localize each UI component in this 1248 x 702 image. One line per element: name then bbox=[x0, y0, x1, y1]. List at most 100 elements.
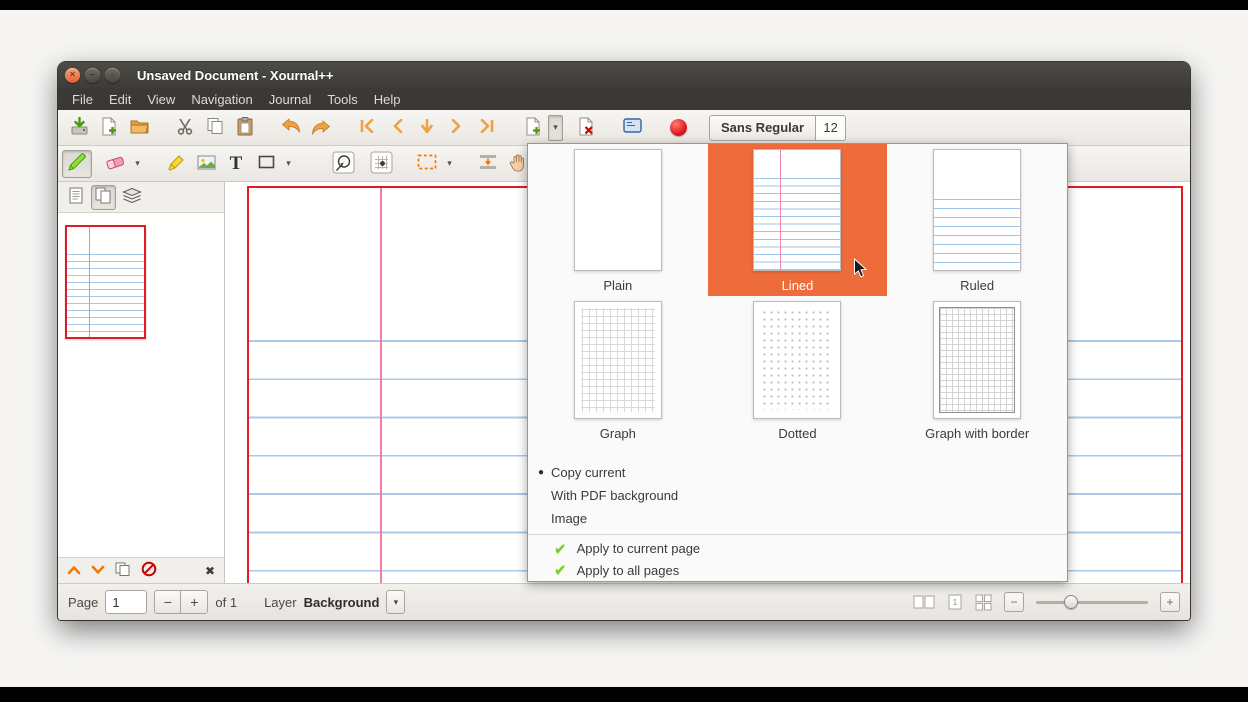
insert-page-icon bbox=[524, 117, 542, 139]
menubar: File Edit View Navigation Journal Tools … bbox=[58, 88, 1190, 110]
zoom-slider[interactable] bbox=[1036, 592, 1148, 612]
menu-help[interactable]: Help bbox=[366, 88, 409, 110]
image-tool-button[interactable] bbox=[191, 150, 221, 178]
font-button[interactable]: Sans Regular bbox=[709, 115, 816, 141]
select-dropdown-button[interactable]: ▾ bbox=[442, 151, 457, 177]
undo-button[interactable] bbox=[276, 114, 306, 142]
previous-page-button[interactable] bbox=[382, 114, 412, 142]
pages-icon bbox=[95, 187, 112, 207]
menu-journal[interactable]: Journal bbox=[261, 88, 320, 110]
redo-button[interactable] bbox=[306, 114, 336, 142]
first-page-button[interactable] bbox=[352, 114, 382, 142]
menu-navigation[interactable]: Navigation bbox=[183, 88, 260, 110]
sidebar-tab-contents[interactable] bbox=[63, 185, 88, 210]
apply-to-current-page[interactable]: ✔ Apply to current page bbox=[528, 538, 1067, 560]
first-page-icon bbox=[359, 119, 375, 136]
vertical-space-icon bbox=[478, 153, 498, 174]
option-image[interactable]: Image bbox=[528, 507, 1067, 530]
eraser-icon bbox=[105, 154, 125, 174]
contents-icon bbox=[69, 187, 83, 207]
new-document-icon bbox=[100, 117, 118, 139]
sidebar-tab-layers[interactable] bbox=[119, 185, 144, 210]
move-page-up-button[interactable] bbox=[67, 563, 81, 578]
page-number-input[interactable] bbox=[105, 590, 147, 614]
sidebar-close-button[interactable]: ✖ bbox=[205, 564, 215, 578]
check-icon: ✔ bbox=[554, 540, 567, 558]
page-thumbnail[interactable] bbox=[65, 225, 146, 339]
cut-button[interactable] bbox=[170, 114, 200, 142]
chevron-down-icon: ▾ bbox=[394, 597, 399, 608]
page-decrement-button[interactable]: − bbox=[154, 590, 181, 614]
eraser-tool-button[interactable] bbox=[100, 150, 130, 178]
radio-bullet-icon: ● bbox=[538, 467, 551, 478]
template-option-ruled[interactable]: Ruled bbox=[887, 144, 1067, 296]
record-audio-button[interactable] bbox=[663, 114, 693, 142]
insert-page-button[interactable] bbox=[518, 114, 548, 142]
new-document-button[interactable] bbox=[94, 114, 124, 142]
menu-edit[interactable]: Edit bbox=[101, 88, 139, 110]
move-page-down-button[interactable] bbox=[91, 563, 105, 578]
graph-border-inner bbox=[939, 307, 1015, 413]
fullscreen-icon bbox=[623, 118, 642, 137]
sidebar-tab-pages[interactable] bbox=[91, 185, 116, 210]
menu-view[interactable]: View bbox=[139, 88, 183, 110]
zoom-out-button[interactable]: − bbox=[1004, 592, 1024, 612]
vertical-space-tool-button[interactable] bbox=[473, 150, 503, 178]
hand-icon bbox=[509, 153, 527, 175]
next-page-button[interactable] bbox=[442, 114, 472, 142]
undo-icon bbox=[281, 118, 301, 137]
zoom-controls: 1 − + bbox=[913, 592, 1180, 612]
layer-dropdown-button[interactable]: ▾ bbox=[386, 590, 405, 614]
zoom-in-button[interactable]: + bbox=[1160, 592, 1180, 612]
template-option-plain[interactable]: Plain bbox=[528, 144, 708, 296]
option-pdf-background[interactable]: With PDF background bbox=[528, 484, 1067, 507]
shape-dropdown-button[interactable]: ▾ bbox=[281, 151, 296, 177]
pen-icon bbox=[67, 152, 87, 175]
minus-icon: − bbox=[1010, 595, 1017, 609]
maximize-button[interactable]: ▫ bbox=[105, 68, 120, 83]
minimize-button[interactable]: – bbox=[85, 68, 100, 83]
rotation-snapping-toggle[interactable] bbox=[328, 150, 358, 178]
insert-page-dropdown-button[interactable]: ▾ bbox=[548, 115, 563, 141]
window-title: Unsaved Document - Xournal++ bbox=[137, 68, 334, 83]
text-tool-button[interactable]: T bbox=[221, 150, 251, 178]
dual-page-view-icon[interactable] bbox=[913, 594, 935, 610]
option-copy-current[interactable]: ● Copy current bbox=[528, 461, 1067, 484]
image-icon bbox=[197, 155, 216, 173]
last-page-button[interactable] bbox=[472, 114, 502, 142]
page-increment-button[interactable]: + bbox=[181, 590, 208, 614]
page-preview-panel bbox=[58, 212, 224, 557]
menu-tools[interactable]: Tools bbox=[319, 88, 365, 110]
highlighter-tool-button[interactable] bbox=[161, 150, 191, 178]
close-button[interactable]: ✕ bbox=[65, 68, 80, 83]
delete-page-icon bbox=[577, 117, 595, 139]
shape-tool-button[interactable] bbox=[251, 150, 281, 178]
grid-snapping-toggle[interactable] bbox=[366, 150, 396, 178]
paste-button[interactable] bbox=[230, 114, 260, 142]
apply-to-all-pages[interactable]: ✔ Apply to all pages bbox=[528, 560, 1067, 582]
page-down-button[interactable] bbox=[412, 114, 442, 142]
single-page-view-icon[interactable]: 1 bbox=[947, 594, 963, 610]
save-button[interactable] bbox=[64, 114, 94, 142]
template-option-dotted[interactable]: Dotted bbox=[708, 296, 888, 459]
copy-button[interactable] bbox=[200, 114, 230, 142]
template-option-graph[interactable]: Graph bbox=[528, 296, 708, 459]
pen-tool-button[interactable] bbox=[62, 150, 92, 178]
menu-file[interactable]: File bbox=[64, 88, 101, 110]
eraser-dropdown-button[interactable]: ▾ bbox=[130, 151, 145, 177]
open-button[interactable] bbox=[124, 114, 154, 142]
delete-page-button[interactable] bbox=[571, 114, 601, 142]
option-label: Copy current bbox=[551, 465, 625, 480]
font-size-button[interactable]: 12 bbox=[816, 115, 846, 141]
redo-icon bbox=[311, 120, 331, 136]
select-tool-button[interactable] bbox=[412, 150, 442, 178]
template-source-options: ● Copy current With PDF background Image bbox=[528, 459, 1067, 530]
zoom-slider-thumb[interactable] bbox=[1064, 595, 1078, 609]
template-option-graph-border[interactable]: Graph with border bbox=[887, 296, 1067, 459]
previous-page-icon bbox=[391, 119, 403, 136]
delete-page-sidebar-button[interactable] bbox=[141, 561, 157, 580]
grid-view-icon[interactable] bbox=[975, 594, 992, 611]
copy-page-button[interactable] bbox=[115, 562, 131, 580]
chevron-down-icon: ▾ bbox=[286, 158, 291, 169]
fullscreen-button[interactable] bbox=[617, 114, 647, 142]
